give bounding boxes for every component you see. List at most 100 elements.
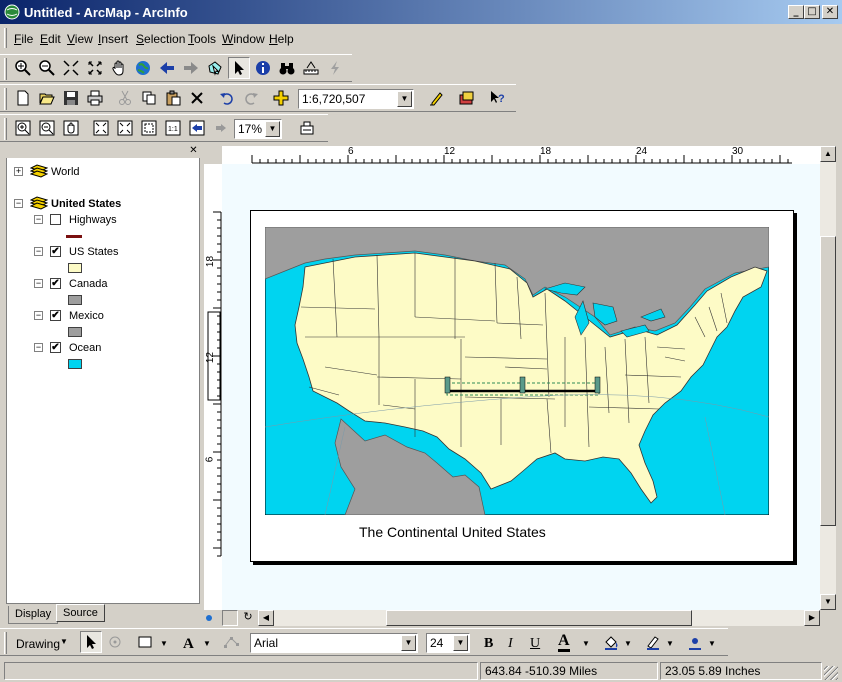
menu-tools[interactable]: Tools [188, 32, 216, 46]
zoom-whole-page-button[interactable] [90, 117, 112, 139]
menu-grip[interactable] [4, 28, 7, 48]
toolbar-grip[interactable] [4, 118, 7, 140]
scroll-right-icon[interactable]: ▶ [804, 610, 820, 626]
select-elements-button[interactable] [228, 57, 250, 79]
horizontal-scroll-thumb[interactable] [386, 610, 692, 626]
layout-back-button[interactable] [186, 117, 208, 139]
paste-button[interactable] [162, 87, 184, 109]
editor-toolbar-button[interactable] [426, 87, 448, 109]
close-button[interactable]: ✕ [822, 5, 838, 19]
new-rectangle-button[interactable] [134, 631, 156, 653]
chevron-down-icon[interactable]: ▼ [160, 639, 168, 648]
select-elements-draw-button[interactable] [80, 631, 102, 653]
zoom-page-button[interactable] [138, 117, 160, 139]
menu-file[interactable]: File [14, 32, 33, 46]
fixed-zoom-out-button[interactable] [84, 57, 106, 79]
vertical-scroll-thumb[interactable] [820, 236, 836, 526]
chevron-down-icon[interactable]: ▼ [60, 637, 68, 646]
menu-help[interactable]: Help [269, 32, 294, 46]
new-button[interactable] [12, 87, 34, 109]
previous-extent-button[interactable] [156, 57, 178, 79]
measure-button[interactable] [300, 57, 322, 79]
fixed-zoom-in-button[interactable] [60, 57, 82, 79]
collapse-united-states-icon[interactable]: − [14, 199, 23, 208]
chevron-down-icon[interactable]: ▼ [624, 639, 632, 648]
us-states-visibility-checkbox[interactable]: ✔ [50, 246, 61, 257]
resize-grip[interactable] [824, 666, 838, 680]
new-text-button[interactable]: A [178, 631, 200, 653]
full-extent-button[interactable] [132, 57, 154, 79]
cut-button[interactable] [114, 87, 136, 109]
scroll-down-icon[interactable]: ▼ [820, 594, 836, 610]
chevron-down-icon[interactable]: ▼ [666, 639, 674, 648]
refresh-icon[interactable]: ↻ [240, 610, 256, 626]
horizontal-scrollbar[interactable]: ◀ ▶ [258, 610, 820, 626]
add-data-button[interactable] [270, 87, 292, 109]
menu-insert[interactable]: Insert [98, 32, 128, 46]
menu-edit[interactable]: Edit [40, 32, 61, 46]
collapse-canada-icon[interactable]: − [34, 279, 43, 288]
font-size-combo[interactable]: 24 ▼ [426, 633, 470, 653]
layout-forward-button[interactable] [210, 117, 232, 139]
chevron-down-icon[interactable]: ▼ [582, 639, 590, 648]
tab-display[interactable]: Display [8, 606, 59, 624]
open-button[interactable] [36, 87, 58, 109]
layout-pan-button[interactable] [60, 117, 82, 139]
toolbar-grip[interactable] [4, 88, 7, 110]
chevron-down-icon[interactable]: ▼ [265, 121, 280, 137]
underline-button[interactable]: U [530, 636, 540, 652]
layout-fixed-zoom-out-button[interactable] [114, 117, 136, 139]
scroll-up-icon[interactable]: ▲ [820, 146, 836, 162]
map-frame[interactable] [265, 227, 769, 515]
collapse-us-states-icon[interactable]: − [34, 247, 43, 256]
toc-layer-mexico[interactable]: Mexico [69, 310, 104, 322]
map-scale-combo[interactable]: 1:6,720,507 ▼ [298, 89, 414, 109]
marker-color-button[interactable] [684, 631, 706, 653]
chevron-down-icon[interactable]: ▼ [397, 91, 412, 107]
toc-layer-us-states[interactable]: US States [69, 246, 119, 258]
next-extent-button[interactable] [180, 57, 202, 79]
layout-zoom-combo[interactable]: 17% ▼ [234, 119, 282, 139]
redo-button[interactable] [240, 87, 262, 109]
canada-visibility-checkbox[interactable]: ✔ [50, 278, 61, 289]
toc-close-icon[interactable]: ✕ [188, 146, 199, 157]
bold-button[interactable]: B [484, 636, 493, 652]
map-caption[interactable]: The Continental United States [359, 524, 546, 540]
chevron-down-icon[interactable]: ▼ [453, 635, 468, 651]
pan-button[interactable] [108, 57, 130, 79]
zoom-100-button[interactable]: 1:1 [162, 117, 184, 139]
tab-source[interactable]: Source [56, 604, 105, 622]
ocean-visibility-checkbox[interactable]: ✔ [50, 342, 61, 353]
whats-this-button[interactable]: ? [486, 87, 508, 109]
mexico-visibility-checkbox[interactable]: ✔ [50, 310, 61, 321]
italic-button[interactable]: I [508, 636, 513, 652]
highways-visibility-checkbox[interactable] [50, 214, 61, 225]
layout-zoom-in-button[interactable] [12, 117, 34, 139]
menu-window[interactable]: Window [222, 32, 265, 46]
chevron-down-icon[interactable]: ▼ [708, 639, 716, 648]
layout-view[interactable]: The Continental United States [222, 164, 820, 610]
toggle-draft-mode-button[interactable] [296, 117, 318, 139]
menu-view[interactable]: View [67, 32, 93, 46]
toc-layer-highways[interactable]: Highways [69, 214, 117, 226]
rotate-button[interactable] [104, 631, 126, 653]
maximize-button[interactable]: □ [804, 5, 820, 19]
menu-selection[interactable]: Selection [136, 32, 185, 46]
collapse-mexico-icon[interactable]: − [34, 311, 43, 320]
toolbar-grip[interactable] [4, 58, 7, 80]
vertical-scrollbar[interactable]: ▲ ▼ [820, 146, 836, 610]
chevron-down-icon[interactable]: ▼ [401, 635, 416, 651]
line-color-button[interactable] [642, 631, 664, 653]
hyperlink-button[interactable] [324, 57, 346, 79]
layout-page[interactable]: The Continental United States [250, 210, 794, 562]
collapse-highways-icon[interactable]: − [34, 215, 43, 224]
zoom-out-button[interactable] [36, 57, 58, 79]
fill-color-button[interactable] [600, 631, 622, 653]
identify-button[interactable] [252, 57, 274, 79]
collapse-ocean-icon[interactable]: − [34, 343, 43, 352]
undo-button[interactable] [216, 87, 238, 109]
save-button[interactable] [60, 87, 82, 109]
scroll-left-icon[interactable]: ◀ [258, 610, 274, 626]
zoom-in-button[interactable] [12, 57, 34, 79]
drawing-menu-button[interactable]: Drawing [16, 637, 60, 651]
